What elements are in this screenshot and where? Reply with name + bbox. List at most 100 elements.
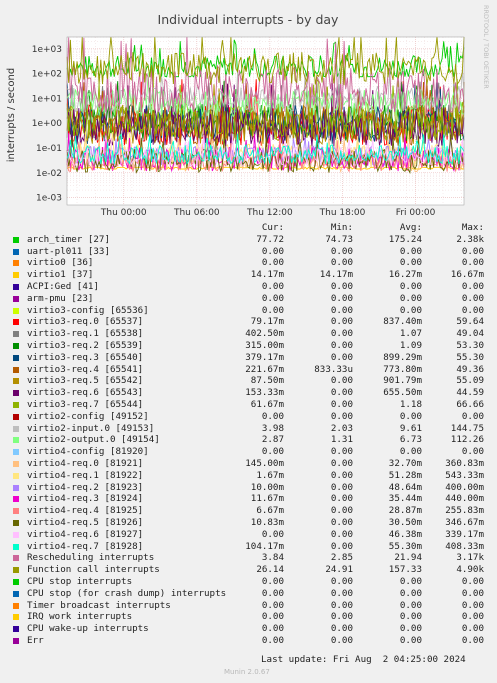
legend-swatch [13,319,19,326]
series-name: CPU stop (for crash dump) interrupts [27,587,227,599]
series-max-value: 408.33m [445,540,484,552]
legend-swatch [13,496,19,503]
series-cur-value: 0.00 [261,245,284,257]
series-min-value: 0.00 [330,280,353,292]
series-min-value: 0.00 [330,505,353,517]
series-name: virtio4-req.7 [81928] [27,540,144,552]
series-avg-value: 1.09 [399,339,422,351]
legend-swatch [13,555,19,562]
legend-swatch [13,567,19,574]
legend-swatch [13,354,19,361]
series-min-value: 0.00 [330,387,353,399]
series-cur-value: 0.00 [261,257,284,269]
series-min-value: 0.00 [330,316,353,328]
series-min-value: 0.00 [330,375,353,387]
last-update: Last update: Fri Aug 2 04:25:00 2024 [261,654,466,665]
series-min-value: 0.00 [330,398,353,410]
series-min-value: 833.33u [314,363,353,375]
series-max-value: 66.66 [456,398,484,410]
series-max-value: 49.04 [456,328,484,340]
series-name: virtio4-req.3 [81924] [27,493,144,505]
legend-swatch [13,236,19,243]
legend-swatch [13,295,19,302]
series-avg-value: 0.00 [399,280,422,292]
series-max-value: 346.67m [445,516,484,528]
series-avg-value: 837.40m [383,316,422,328]
series-cur-value: 2.87 [261,434,284,446]
legend-swatch [13,283,19,290]
legend-swatch [13,272,19,279]
series-max-value: 0.00 [461,575,484,587]
series-min-value: 2.85 [330,552,353,564]
series-name: virtio3-req.6 [65543] [27,387,144,399]
series-cur-value: 0.00 [261,280,284,292]
series-avg-value: 51.28m [388,469,422,481]
series-cur-value: 14.17m [250,269,284,281]
legend-swatch [13,531,19,538]
series-name: virtio3-req.2 [65539] [27,339,144,351]
col-avg-header: Avg: [399,222,422,233]
series-name: virtio3-req.5 [65542] [27,375,144,387]
series-avg-value: 6.73 [399,434,422,446]
series-max-value: 400.00m [445,481,484,493]
x-tick-label: Thu 06:00 [173,208,220,218]
series-name: IRQ work interrupts [27,611,133,623]
series-max-value: 0.00 [461,292,484,304]
legend-swatch [13,472,19,479]
series-avg-value: 32.70m [388,457,422,469]
series-max-value: 0.00 [461,245,484,257]
series-min-value: 0.00 [330,587,353,599]
series-cur-value: 104.17m [245,540,284,552]
series-avg-value: 1.18 [399,398,422,410]
series-cur-value: 0.00 [261,611,284,623]
series-max-value: 0.00 [461,634,484,646]
series-avg-value: 901.79m [383,375,422,387]
series-avg-value: 0.00 [399,611,422,623]
series-avg-value: 35.44m [388,493,422,505]
series-max-value: 255.83m [445,505,484,517]
series-name: ACPI:Ged [41] [27,280,99,292]
series-avg-value: 0.00 [399,634,422,646]
series-avg-value: 21.94 [394,552,422,564]
series-min-value: 0.00 [330,528,353,540]
series-min-value: 0.00 [330,611,353,623]
legend-swatch [13,401,19,408]
series-min-value: 0.00 [330,623,353,635]
series-min-value: 0.00 [330,257,353,269]
series-min-value: 0.00 [330,351,353,363]
series-name: virtio4-req.5 [81926] [27,516,144,528]
series-max-value: 0.00 [461,304,484,316]
series-max-value: 0.00 [461,280,484,292]
series-avg-value: 9.61 [399,422,422,434]
series-cur-value: 10.00m [250,481,284,493]
series-avg-value: 30.50m [388,516,422,528]
series-avg-value: 0.00 [399,587,422,599]
series-min-value: 24.91 [325,564,353,576]
series-name: virtio3-req.3 [65540] [27,351,144,363]
series-cur-value: 0.00 [261,446,284,458]
x-tick-label: Thu 00:00 [100,208,147,218]
series-max-value: 0.00 [461,623,484,635]
series-max-value: 53.30 [456,339,484,351]
series-max-value: 543.33m [445,469,484,481]
series-cur-value: 0.00 [261,528,284,540]
series-name: Function call interrupts [27,564,160,576]
series-min-value: 0.00 [330,516,353,528]
series-max-value: 44.59 [456,387,484,399]
series-min-value: 0.00 [330,634,353,646]
series-max-value: 55.30 [456,351,484,363]
series-name: virtio4-req.2 [81923] [27,481,144,493]
series-max-value: 440.00m [445,493,484,505]
interrupts-chart: 1e+03 1e+02 1e+01 1e+00 1e-01 1e-02 1e-03 Thu … [6,5,490,218]
series-max-value: 3.17k [456,552,484,564]
series-min-value: 0.00 [330,328,353,340]
series-name: CPU stop interrupts [27,575,133,587]
y-tick-label: 1e+00 [32,119,63,129]
series-cur-value: 402.50m [245,328,284,340]
y-tick-label: 1e+01 [32,94,62,104]
series-cur-value: 0.00 [261,634,284,646]
series-avg-value: 0.00 [399,446,422,458]
series-max-value: 0.00 [461,587,484,599]
series-cur-value: 379.17m [245,351,284,363]
legend-swatch [13,437,19,444]
